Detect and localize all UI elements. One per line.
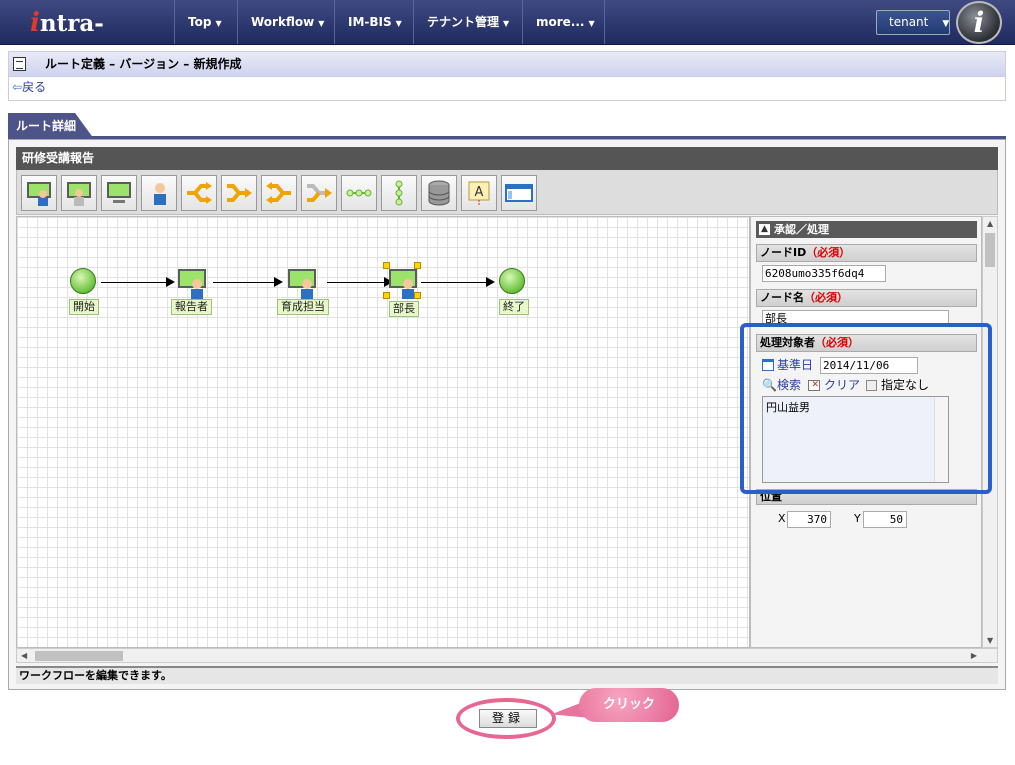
flow-node-end[interactable]: 終了 [499,265,539,317]
highlight-frame [740,323,992,494]
y-field[interactable]: 50 [863,511,907,528]
database-node-button[interactable] [421,175,457,211]
nav-more-label: more... [536,15,585,29]
branch-node-button[interactable] [181,175,217,211]
page-icon [13,57,26,71]
node-name-label: ノード名 [760,291,804,304]
selection-handle[interactable] [383,292,390,299]
chevron-down-icon: ▼ [503,19,510,28]
join-node-button[interactable] [221,175,257,211]
end-node-icon [499,268,525,294]
svg-text:A: A [475,185,484,200]
flow-node-label: 部長 [389,301,419,317]
flow-node-start[interactable]: 開始 [69,265,109,317]
scroll-down-icon[interactable]: ▼ [987,636,993,645]
scroll-thumb[interactable] [35,651,123,661]
nav-top-label: Top [188,15,212,29]
required-mark: （必須） [804,291,848,304]
line-node-button[interactable] [341,175,377,211]
nav-tenant-admin[interactable]: テナント管理 ▼ [413,0,522,44]
label-node-button[interactable]: A [461,175,497,211]
chevron-down-icon: ▼ [318,19,325,28]
back-label: 戻る [22,80,47,94]
back-link[interactable]: ⇦戻る [12,79,46,95]
flow-title: 研修受講報告 [16,147,998,170]
collapse-icon[interactable]: ▲ [759,224,770,235]
node-toolbar: A [16,170,998,215]
node-name-header: ノード名（必須） [756,289,977,307]
flow-arrow [327,277,393,287]
required-mark: （必須） [806,246,851,259]
back-arrow-icon: ⇦ [12,80,23,94]
section-approval[interactable]: ▲ 承認／処理 [756,221,977,238]
chevron-down-icon: ▼ [588,19,595,28]
nav-workflow-label: Workflow [251,15,315,29]
person-node-button[interactable] [141,175,177,211]
window-node-button[interactable] [501,175,537,211]
scroll-left-icon[interactable]: ◀ [21,651,27,660]
flow-arrow [213,277,283,287]
canvas-scrollbar[interactable]: ◀ ▶ [16,648,998,663]
page-header: ルート定義 – バージョン – 新規作成 ⇦戻る [8,51,1006,101]
scroll-up-icon[interactable]: ▲ [987,219,993,228]
tenant-selector[interactable]: tenant ▼ [876,10,950,35]
title-bar: ルート定義 – バージョン – 新規作成 [9,52,1005,77]
flow-node-label: 開始 [69,299,99,315]
y-label: Y [854,512,861,525]
nav-im-bis[interactable]: IM-BIS ▼ [334,0,413,44]
selection-handle[interactable] [414,292,421,299]
chevron-down-icon: ▼ [215,19,222,28]
flow-node-label: 終了 [499,299,529,315]
section-approval-label: 承認／処理 [774,223,829,236]
scroll-thumb[interactable] [985,233,995,267]
node-id-field[interactable]: 6208umo335f6dq4 [762,265,886,282]
user-node-multi-button[interactable] [61,175,97,211]
position-row: X 370 Y 50 [778,511,968,528]
tenant-label: tenant [889,15,929,29]
flow-node-reporter[interactable]: 報告者 [171,263,219,319]
selection-handle[interactable] [383,262,390,269]
tab-strip: ルート詳細 [8,107,1006,139]
top-navigation-bar: intra-mart® Top▼ Workflow▼ IM-BIS▼ テナント管… [0,0,1015,71]
scroll-right-icon[interactable]: ▶ [971,651,977,660]
flow-node-label: 報告者 [171,299,212,315]
intra-mart-logo[interactable]: intra-mart® [30,6,160,71]
flow-node-manager-selected[interactable]: 部長 [383,261,427,317]
chevron-down-icon: ▼ [395,19,402,28]
start-node-icon [70,268,96,294]
chevron-down-icon: ▼ [942,19,950,29]
merge-node-button[interactable] [301,175,337,211]
flow-node-trainer[interactable]: 育成担当 [277,263,335,319]
x-label: X [778,512,786,525]
vertical-line-node-button[interactable] [381,175,417,211]
flow-arrow [101,277,175,287]
status-bar: ワークフローを編集できます。 [16,666,998,684]
page-title: ルート定義 – バージョン – 新規作成 [45,57,242,71]
nav-workflow[interactable]: Workflow ▼ [237,0,334,44]
flow-arrow [421,277,495,287]
click-callout: クリック [579,688,679,722]
nav-top[interactable]: Top ▼ [174,0,237,44]
click-highlight-ring [456,698,556,739]
nav-im-bis-label: IM-BIS [348,15,392,29]
user-node-icon [288,269,316,299]
reverse-branch-node-button[interactable] [261,175,297,211]
workflow-canvas[interactable]: 開始 報告者 育成担当 部長 終了 [16,216,750,648]
node-id-label: ノードID [760,246,807,259]
info-icon[interactable]: i [956,1,1002,44]
user-node-icon [178,269,206,299]
node-id-header: ノードID（必須） [756,244,977,262]
tab-route-detail[interactable]: ルート詳細 [8,113,94,139]
selection-handle[interactable] [414,262,421,269]
nav-more[interactable]: more... ▼ [522,0,605,44]
system-node-button[interactable] [101,175,137,211]
nav-tenant-admin-label: テナント管理 [427,15,500,29]
x-field[interactable]: 370 [787,511,831,528]
user-node-button[interactable] [21,175,57,211]
flow-node-label: 育成担当 [277,299,329,315]
